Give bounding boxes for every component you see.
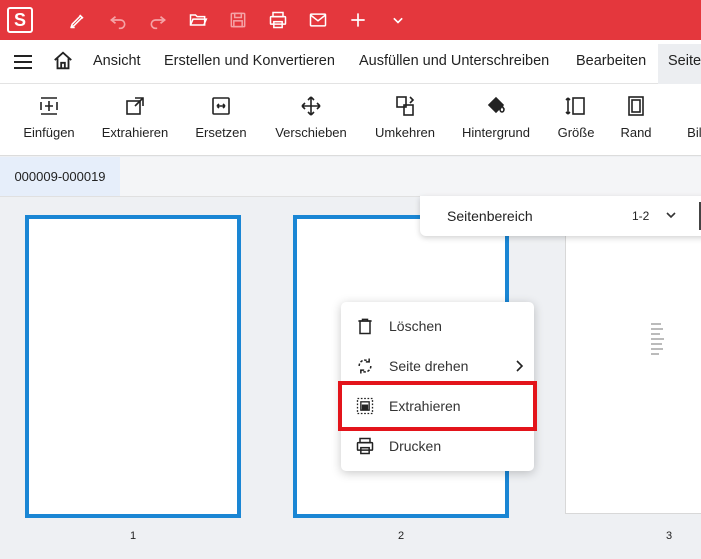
hamburger-menu-icon[interactable] xyxy=(12,52,34,72)
insert-button[interactable]: Einfügen xyxy=(16,84,82,156)
replace-button[interactable]: Ersetzen xyxy=(188,84,254,156)
move-label: Verschieben xyxy=(275,125,347,140)
reverse-button[interactable]: Umkehren xyxy=(366,84,444,156)
insert-label: Einfügen xyxy=(23,125,75,140)
rotate-icon xyxy=(354,355,376,377)
print-icon xyxy=(354,435,376,457)
redo-icon[interactable] xyxy=(146,8,170,32)
chevron-right-icon xyxy=(512,359,526,373)
page-range-label: Seitenbereich xyxy=(447,208,533,224)
context-menu-delete-label: Löschen xyxy=(389,318,442,334)
pen-icon[interactable] xyxy=(66,8,90,32)
replace-label: Ersetzen xyxy=(195,125,247,140)
extract-highlight-box xyxy=(338,381,537,431)
home-icon[interactable] xyxy=(52,50,74,72)
page-3-text-preview xyxy=(651,323,665,358)
paint-bucket-icon xyxy=(483,93,509,119)
print-icon[interactable] xyxy=(266,8,290,32)
app-logo: S xyxy=(7,7,33,33)
replace-icon xyxy=(208,93,234,119)
chevron-down-icon[interactable] xyxy=(386,8,410,32)
page-range-value[interactable]: 1-2 xyxy=(632,209,649,223)
document-tab[interactable]: 000009-000019 xyxy=(0,157,120,196)
menu-bar: Ansicht Erstellen und Konvertieren Ausfü… xyxy=(0,40,701,84)
menu-seite[interactable]: Seite xyxy=(658,44,701,84)
context-menu-delete[interactable]: Löschen xyxy=(341,306,534,346)
context-menu-print-label: Drucken xyxy=(389,438,442,454)
chevron-down-icon[interactable] xyxy=(663,207,679,223)
margin-icon xyxy=(623,93,649,119)
context-menu-rotate[interactable]: Seite drehen xyxy=(341,346,534,386)
mail-icon[interactable] xyxy=(306,8,330,32)
extract-button[interactable]: Extrahieren xyxy=(96,84,174,156)
menu-ansicht[interactable]: Ansicht xyxy=(93,53,141,69)
margin-label: Rand xyxy=(620,125,652,140)
page-thumbnail-1[interactable] xyxy=(25,215,241,518)
reverse-icon xyxy=(392,93,418,119)
plus-icon[interactable] xyxy=(346,8,370,32)
context-menu-print[interactable]: Drucken xyxy=(341,426,534,466)
move-button[interactable]: Verschieben xyxy=(268,84,354,156)
size-label: Größe xyxy=(557,125,595,140)
image-button[interactable]: Bild xyxy=(672,84,701,156)
undo-icon[interactable] xyxy=(106,8,130,32)
extract-icon xyxy=(122,93,148,119)
document-tab-strip: 000009-000019 xyxy=(0,157,701,197)
image-label: Bild xyxy=(687,125,701,140)
page-number-1: 1 xyxy=(130,530,137,542)
page-range-panel: Seitenbereich 1-2 xyxy=(420,196,701,236)
image-icon xyxy=(679,93,701,119)
menu-ausfuellen-unterschreiben[interactable]: Ausfüllen und Unterschreiben xyxy=(359,53,549,69)
trash-icon xyxy=(354,315,376,337)
menu-erstellen-konvertieren[interactable]: Erstellen und Konvertieren xyxy=(164,53,335,69)
extract-label: Extrahieren xyxy=(101,125,169,140)
open-folder-icon[interactable] xyxy=(186,8,210,32)
insert-icon xyxy=(36,93,62,119)
page-number-3: 3 xyxy=(666,530,673,542)
size-icon xyxy=(563,93,589,119)
margin-button[interactable]: Rand xyxy=(614,84,658,156)
size-button[interactable]: Größe xyxy=(550,84,602,156)
move-icon xyxy=(298,93,324,119)
reverse-label: Umkehren xyxy=(375,125,435,140)
background-button[interactable]: Hintergrund xyxy=(456,84,536,156)
context-menu-rotate-label: Seite drehen xyxy=(389,358,469,374)
save-icon[interactable] xyxy=(226,8,250,32)
page-thumbnail-3[interactable] xyxy=(565,232,701,514)
page-toolbar: Einfügen Extrahieren Ersetzen Verschiebe… xyxy=(0,84,701,156)
title-bar: S xyxy=(0,0,701,40)
background-label: Hintergrund xyxy=(462,125,530,140)
page-number-2: 2 xyxy=(398,530,405,542)
menu-bearbeiten[interactable]: Bearbeiten xyxy=(576,53,646,69)
